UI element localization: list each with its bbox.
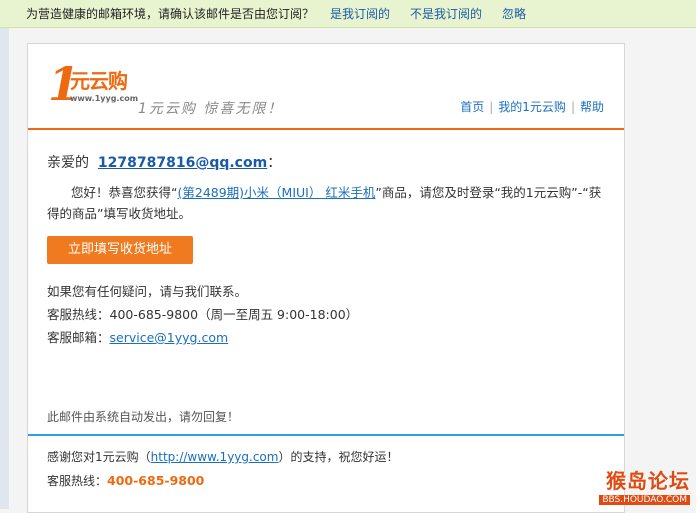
brand-logo[interactable]: 1 元云购 www.1yyg.com [48, 58, 138, 112]
recipient-email-link[interactable]: 1278787816@qq.com [98, 155, 267, 171]
hotline-value: 400-685-9800（周一至周五 9:00-18:00） [109, 307, 359, 322]
hotline-row: 客服热线：400-685-9800（周一至周五 9:00-18:00） [47, 303, 358, 326]
nav-separator: | [570, 100, 575, 114]
footer-hotline-value: 400-685-9800 [107, 473, 205, 488]
subscribed-yes-link[interactable]: 是我订阅的 [330, 7, 390, 21]
nav-my-account-link[interactable]: 我的1元云购 [498, 100, 566, 114]
win-message-start: 您好！恭喜您获得“ [71, 185, 178, 200]
email-footer: 感谢您对1元云购（http://www.1yyg.com）的支持，祝您好运！ 客… [47, 446, 398, 493]
logo-text: 元云购 [70, 69, 128, 93]
subscription-question: 为营造健康的邮箱环境，请确认该邮件是否由您订阅？ [26, 7, 315, 21]
contact-question: 如果您有任何疑问，请与我们联系。 [47, 284, 248, 299]
hotline-label: 客服热线： [47, 307, 110, 322]
thanks-start: 感谢您对1元云购（ [47, 450, 151, 464]
watermark-url: BBS.HOUDAO.COM [599, 495, 690, 505]
greeting: 亲爱的 1278787816@qq.com： [47, 152, 281, 172]
email-body: 1 元云购 www.1yyg.com 1元云购 惊喜无限！ 首页 | 我的1元云购 |… [27, 43, 625, 513]
greeting-suffix: ： [267, 155, 282, 171]
product-link[interactable]: (第2489期)小米（MIUI） 红米手机 [177, 185, 375, 200]
thanks-end: ）的支持，祝您好运！ [278, 450, 399, 464]
auto-generated-note: 此邮件由系统自动发出，请勿回复！ [47, 410, 240, 424]
fill-address-button[interactable]: 立即填写收货地址 [47, 236, 193, 264]
footer-hotline-row: 客服热线：400-685-9800 [47, 469, 398, 493]
greeting-prefix: 亲爱的 [47, 155, 89, 171]
ignore-link[interactable]: 忽略 [502, 7, 526, 21]
win-message: 您好！恭喜您获得“(第2489期)小米（MIUI） 红米手机”商品，请您及时登录… [47, 182, 607, 224]
support-email-link[interactable]: service@1yyg.com [110, 330, 229, 345]
nav-help-link[interactable]: 帮助 [580, 100, 604, 114]
site-url-link[interactable]: http://www.1yyg.com [151, 450, 279, 464]
footer-hotline-label: 客服热线： [47, 474, 108, 488]
subscribed-no-link[interactable]: 不是我订阅的 [410, 7, 482, 21]
nav-home-link[interactable]: 首页 [460, 100, 484, 114]
thanks-row: 感谢您对1元云购（http://www.1yyg.com）的支持，祝您好运！ [47, 446, 398, 469]
brand-slogan: 1元云购 惊喜无限！ [138, 101, 284, 117]
watermark-title: 猴岛论坛 [606, 469, 690, 493]
header-divider [28, 128, 624, 130]
logo-url: www.1yyg.com [70, 94, 139, 103]
support-email-label: 客服邮箱： [47, 330, 110, 345]
left-sidebar-strip [0, 28, 9, 509]
footer-divider [28, 434, 624, 436]
contact-info: 如果您有任何疑问，请与我们联系。 客服热线：400-685-9800（周一至周五… [47, 280, 358, 349]
forum-watermark: 猴岛论坛 BBS.HOUDAO.COM [598, 465, 690, 505]
support-email-row: 客服邮箱：service@1yyg.com [47, 326, 358, 349]
nav-separator: | [489, 100, 494, 114]
subscription-confirm-bar: 为营造健康的邮箱环境，请确认该邮件是否由您订阅？ 是我订阅的 不是我订阅的 忽略 [0, 0, 696, 28]
top-nav: 首页 | 我的1元云购 | 帮助 [460, 98, 604, 115]
